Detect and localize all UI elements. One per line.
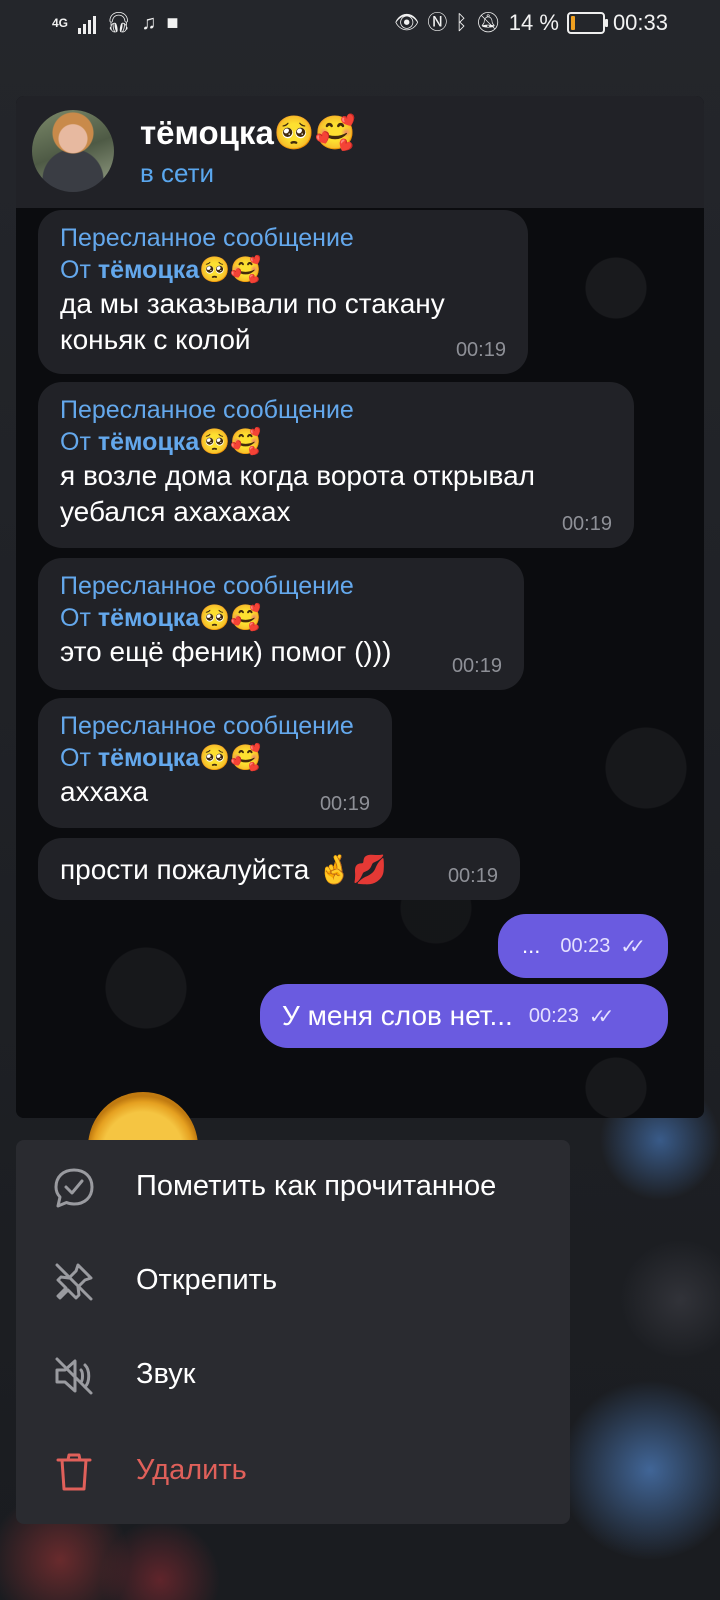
battery-percent: 14 %: [508, 10, 559, 35]
message-text: коньяк с колой: [60, 324, 251, 355]
context-menu: Пометить как прочитанное Открепить Звук …: [16, 1140, 570, 1524]
sound-button[interactable]: Звук: [16, 1328, 570, 1424]
forwarded-from[interactable]: От тёмоцка🥺🥰: [60, 742, 370, 774]
chat-header[interactable]: тёмоцка🥺🥰 в сети: [16, 96, 704, 208]
message-time: 00:19: [455, 339, 506, 361]
message-time: 00:19: [447, 865, 498, 887]
forwarded-from[interactable]: От тёмоцка🥺🥰: [60, 602, 502, 634]
headphones-icon: 🎧︎: [106, 12, 132, 34]
battery-icon: [566, 12, 608, 34]
forwarded-message[interactable]: Пересланное сообщение От тёмоцка🥺🥰 это е…: [38, 558, 524, 690]
clock: 00:33: [612, 10, 668, 35]
outgoing-message[interactable]: У меня слов нет... 00:23 ✓✓: [260, 984, 668, 1048]
forwarded-message[interactable]: Пересланное сообщение От тёмоцка🥺🥰 да мы…: [38, 210, 528, 374]
forwarded-label: Пересланное сообщение: [60, 572, 354, 600]
network-indicator: 4G: [52, 16, 69, 30]
chat-check-icon: [54, 1168, 94, 1208]
trash-icon: [56, 1453, 92, 1491]
forwarded-from[interactable]: От тёмоцка🥺🥰: [60, 254, 506, 286]
message-text: уебался ахахахах: [60, 496, 291, 527]
unpin-button[interactable]: Открепить: [16, 1234, 570, 1330]
message-text: У меня слов нет...: [282, 1000, 513, 1031]
forwarded-label: Пересланное сообщение: [60, 224, 354, 252]
message-time: 00:19: [561, 513, 612, 535]
menu-item-label: Звук: [136, 1358, 196, 1390]
delete-button[interactable]: Удалить: [16, 1424, 570, 1520]
nfc-icon: Ⓝ: [427, 12, 448, 34]
message-text: я возле дома когда ворота открывал: [60, 460, 535, 491]
message-text: прости пожалуйста 🤞💋: [60, 854, 387, 885]
forwarded-message[interactable]: Пересланное сообщение От тёмоцка🥺🥰 я воз…: [38, 382, 634, 548]
message-time: 00:19: [319, 793, 370, 815]
menu-item-label: Открепить: [136, 1264, 278, 1296]
message-time: 00:19: [451, 655, 502, 677]
video-icon: ■: [166, 12, 179, 34]
mark-as-read-button[interactable]: Пометить как прочитанное: [16, 1140, 570, 1236]
signal-icon: [78, 12, 97, 34]
outgoing-message[interactable]: ... 00:23 ✓✓: [498, 914, 668, 978]
message-text: ...: [522, 933, 541, 958]
forwarded-label: Пересланное сообщение: [60, 712, 354, 740]
chat-preview[interactable]: тёмоцка🥺🥰 в сети Пересланное сообщение О…: [16, 96, 704, 1118]
read-checkmarks-icon: ✓✓: [620, 935, 645, 958]
chat-title: тёмоцка🥺🥰: [140, 114, 356, 151]
bluetooth-icon: ᛒ: [455, 12, 468, 34]
silent-bell-icon: 🔕︎: [475, 12, 501, 34]
forwarded-from[interactable]: От тёмоцка🥺🥰: [60, 426, 612, 458]
avatar[interactable]: [32, 110, 114, 192]
menu-item-label: Удалить: [136, 1454, 247, 1486]
forwarded-message[interactable]: Пересланное сообщение От тёмоцка🥺🥰 аххах…: [38, 698, 392, 828]
muted-speaker-icon: [55, 1357, 93, 1395]
music-icon: ♫: [141, 12, 157, 34]
eye-icon: 👁︎: [394, 12, 420, 34]
message-time: 00:23: [560, 934, 611, 957]
unpin-icon: [55, 1263, 93, 1301]
status-bar: 4G 🎧︎ ♫ ■ 👁︎ Ⓝ ᛒ 🔕︎ 14 % 00:33: [0, 0, 720, 48]
incoming-message[interactable]: прости пожалуйста 🤞💋 00:19: [38, 838, 520, 900]
message-text: это ещё феник) помог ())): [60, 636, 392, 667]
menu-item-label: Пометить как прочитанное: [136, 1170, 497, 1202]
read-checkmarks-icon: ✓✓: [588, 1005, 614, 1028]
message-text: да мы заказывали по стакану: [60, 288, 445, 319]
forwarded-label: Пересланное сообщение: [60, 396, 354, 424]
online-status: в сети: [140, 158, 215, 188]
message-time: 00:23: [528, 1004, 579, 1027]
message-list[interactable]: Пересланное сообщение От тёмоцка🥺🥰 да мы…: [16, 208, 704, 1118]
